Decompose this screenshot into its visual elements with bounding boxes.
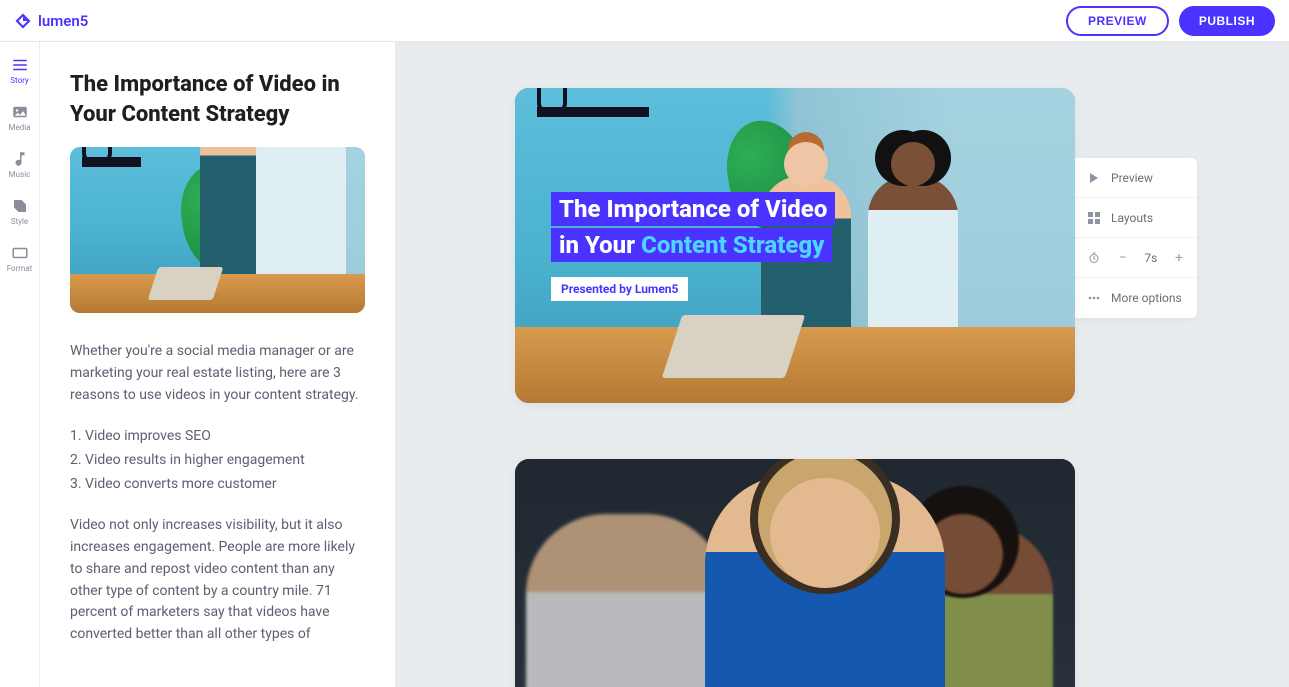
story-panel: The Importance of Video in Your Content … bbox=[40, 42, 395, 687]
brand-logo[interactable]: lumen5 bbox=[14, 12, 88, 30]
slide-1-text-overlay[interactable]: The Importance of Video in Your Content … bbox=[515, 88, 1075, 403]
slide-toolbar: Preview Layouts − 7s + bbox=[1075, 158, 1197, 318]
media-icon bbox=[11, 103, 29, 121]
slide-tool-label: Layouts bbox=[1111, 211, 1153, 225]
publish-button[interactable]: PUBLISH bbox=[1179, 6, 1275, 36]
nav-rail: Story Media Music Style Format bbox=[0, 42, 40, 687]
more-icon bbox=[1087, 296, 1101, 300]
slide-1-line1: The Importance of Video bbox=[551, 192, 835, 226]
format-icon bbox=[11, 244, 29, 262]
rail-item-format[interactable]: Format bbox=[0, 244, 39, 273]
slide-tool-duration: − 7s + bbox=[1075, 238, 1197, 278]
topbar: lumen5 PREVIEW PUBLISH bbox=[0, 0, 1289, 42]
brand-name: lumen5 bbox=[38, 12, 88, 30]
story-body[interactable]: Whether you're a social media manager or… bbox=[70, 341, 365, 645]
slide-row-1: The Importance of Video in Your Content … bbox=[515, 88, 1249, 403]
style-icon bbox=[11, 197, 29, 215]
duration-value: 7s bbox=[1144, 251, 1157, 265]
slide-tool-layouts[interactable]: Layouts bbox=[1075, 198, 1197, 238]
slide-1-line2a: in Your bbox=[559, 231, 641, 259]
rail-item-music[interactable]: Music bbox=[0, 150, 39, 179]
story-hero-image[interactable] bbox=[70, 147, 365, 313]
story-list-item: 1. Video improves SEO bbox=[70, 426, 365, 448]
story-paragraph: Video not only increases visibility, but… bbox=[70, 515, 365, 645]
story-icon bbox=[11, 56, 29, 74]
story-list-item: 2. Video results in higher engagement bbox=[70, 450, 365, 472]
timer-icon bbox=[1087, 252, 1101, 264]
rail-label: Music bbox=[9, 170, 31, 179]
rail-item-story[interactable]: Story bbox=[0, 56, 39, 85]
rail-label: Style bbox=[11, 217, 28, 226]
play-icon bbox=[1087, 173, 1101, 183]
slide-1-subtitle: Presented by Lumen5 bbox=[551, 277, 688, 301]
slide-1[interactable]: The Importance of Video in Your Content … bbox=[515, 88, 1075, 403]
slide-row-2 bbox=[515, 459, 1249, 687]
preview-button[interactable]: PREVIEW bbox=[1066, 6, 1169, 36]
music-icon bbox=[11, 150, 29, 168]
slide-2[interactable] bbox=[515, 459, 1075, 687]
rail-item-media[interactable]: Media bbox=[0, 103, 39, 132]
lumen5-logo-icon bbox=[14, 12, 32, 30]
duration-increase-button[interactable]: + bbox=[1173, 251, 1185, 265]
slide-tool-more[interactable]: More options bbox=[1075, 278, 1197, 318]
slide-tool-label: Preview bbox=[1111, 171, 1153, 185]
story-title[interactable]: The Importance of Video in Your Content … bbox=[70, 70, 365, 129]
slide-tool-label: More options bbox=[1111, 291, 1182, 305]
slide-tool-preview[interactable]: Preview bbox=[1075, 158, 1197, 198]
rail-label: Story bbox=[10, 76, 28, 85]
canvas: The Importance of Video in Your Content … bbox=[395, 42, 1289, 687]
story-list: 1. Video improves SEO 2. Video results i… bbox=[70, 426, 365, 495]
slide-1-line2b: Content Strategy bbox=[641, 231, 824, 259]
duration-decrease-button[interactable]: − bbox=[1117, 251, 1129, 265]
rail-label: Format bbox=[7, 264, 33, 273]
story-intro: Whether you're a social media manager or… bbox=[70, 341, 365, 406]
layouts-icon bbox=[1087, 212, 1101, 224]
rail-label: Media bbox=[8, 123, 30, 132]
story-list-item: 3. Video converts more customer bbox=[70, 474, 365, 496]
rail-item-style[interactable]: Style bbox=[0, 197, 39, 226]
